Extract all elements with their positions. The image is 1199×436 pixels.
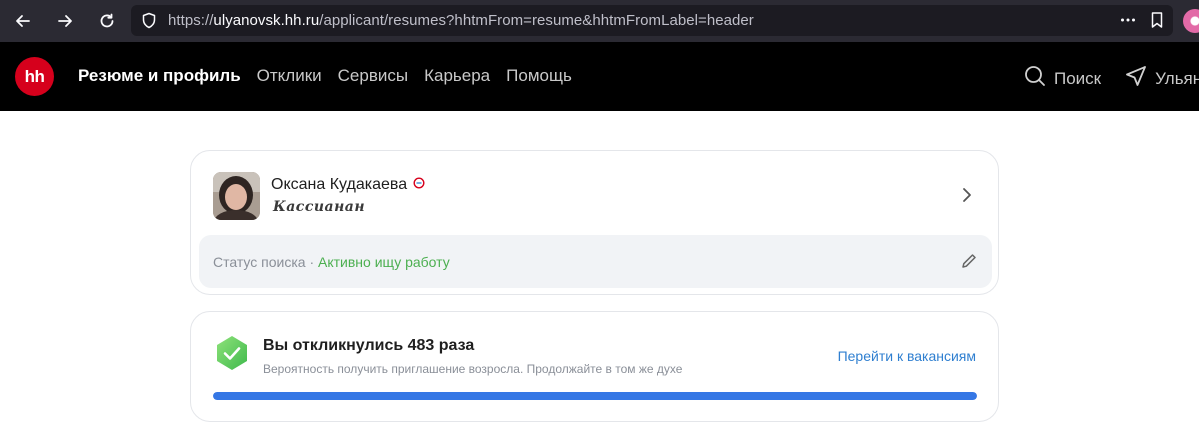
responses-title: Вы откликнулись 483 раза xyxy=(263,337,475,354)
nav-resume-profile[interactable]: Резюме и профиль xyxy=(78,66,241,86)
url-text: https://ulyanovsk.hh.ru/applicant/resume… xyxy=(168,12,754,29)
nav-help[interactable]: Помощь xyxy=(506,66,572,86)
go-to-vacancies-link[interactable]: Перейти к вакансиям xyxy=(838,348,976,364)
avatar xyxy=(213,172,260,220)
search-status-box[interactable]: Статус поиска · Активно ищу работу xyxy=(199,235,992,288)
search-label: Поиск xyxy=(1054,68,1102,88)
person-name: Оксана Кудакаева xyxy=(271,176,408,193)
responses-card: Вы откликнулись 483 раза Вероятность пол… xyxy=(190,311,999,422)
responses-subtitle: Вероятность получить приглашение возросл… xyxy=(263,362,683,376)
shield-icon[interactable] xyxy=(141,12,157,34)
search-status: Статус поиска · Активно ищу работу xyxy=(213,254,450,270)
nav-services[interactable]: Сервисы xyxy=(338,66,408,86)
check-badge-icon xyxy=(213,334,251,377)
profile-avatar-icon[interactable] xyxy=(1183,9,1199,33)
browser-toolbar: https://ulyanovsk.hh.ru/applicant/resume… xyxy=(0,0,1199,42)
search-icon xyxy=(1024,65,1046,92)
nav-responses[interactable]: Отклики xyxy=(257,66,322,86)
responses-progress-fill xyxy=(213,392,977,400)
responses-progress xyxy=(213,392,977,400)
location-arrow-icon xyxy=(1125,65,1147,92)
region-button[interactable]: Ульян xyxy=(1125,65,1199,92)
reload-icon[interactable] xyxy=(93,7,121,35)
pencil-icon[interactable] xyxy=(960,252,978,275)
hh-logo[interactable]: hh xyxy=(15,57,54,96)
hh-badge-icon xyxy=(413,176,425,194)
person-subtitle: Кассианан xyxy=(273,199,366,215)
more-dots-icon[interactable] xyxy=(1119,11,1137,29)
bookmark-icon[interactable] xyxy=(1149,11,1165,29)
back-arrow-icon[interactable] xyxy=(9,7,37,35)
profile-row[interactable]: Оксана Кудакаева Кассианан xyxy=(191,151,998,235)
main-nav: Резюме и профиль Отклики Сервисы Карьера… xyxy=(78,66,572,86)
address-bar[interactable]: https://ulyanovsk.hh.ru/applicant/resume… xyxy=(131,5,1173,36)
nav-career[interactable]: Карьера xyxy=(424,66,490,86)
search-status-value: Активно ищу работу xyxy=(318,254,450,270)
chevron-right-icon[interactable] xyxy=(962,187,972,208)
forward-arrow-icon[interactable] xyxy=(51,7,79,35)
search-button[interactable]: Поиск xyxy=(1024,65,1101,92)
site-header: hh Резюме и профиль Отклики Сервисы Карь… xyxy=(0,42,1199,111)
region-label: Ульян xyxy=(1155,68,1199,88)
profile-card: Оксана Кудакаева Кассианан Статус поиска… xyxy=(190,150,999,295)
